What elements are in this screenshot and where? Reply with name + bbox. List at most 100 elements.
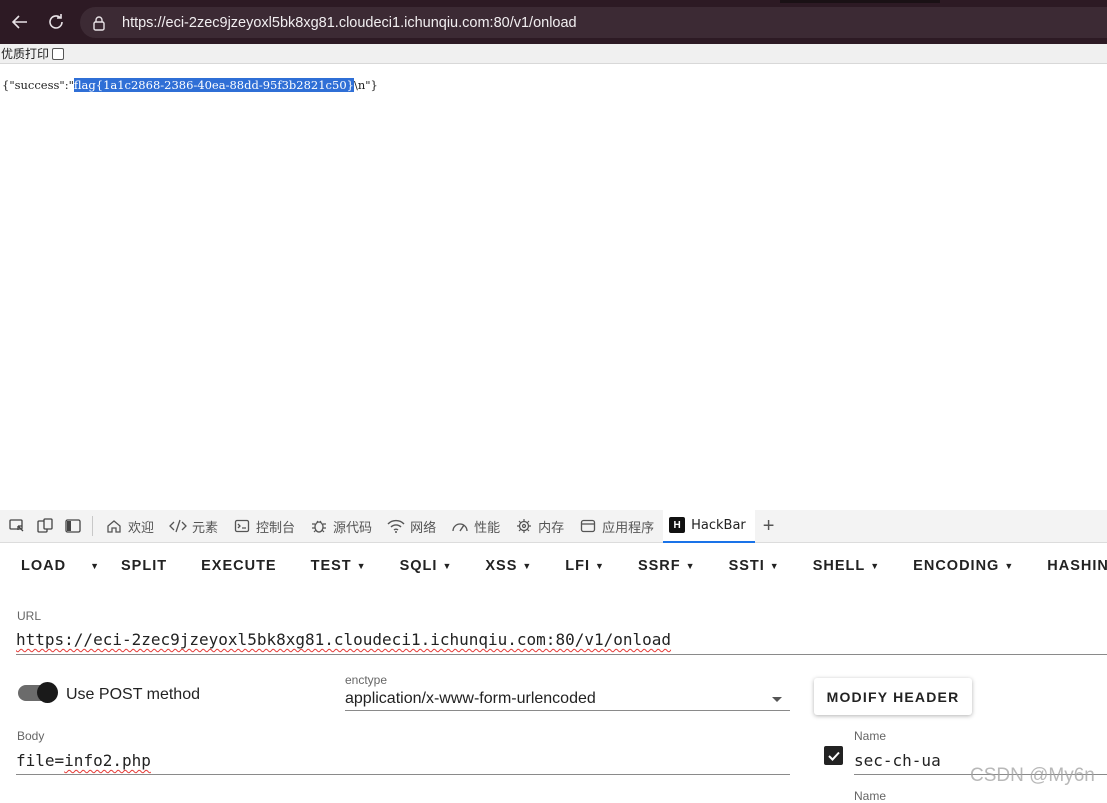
gauge-icon xyxy=(451,517,469,535)
tab-sources[interactable]: 源代码 xyxy=(304,510,381,543)
tab-label: 欢迎 xyxy=(128,520,155,536)
check-icon xyxy=(827,751,840,761)
chevron-down-icon: ▼ xyxy=(595,561,605,571)
sqli-menu[interactable]: SQLI ▼ xyxy=(400,558,453,574)
url-field-label: URL xyxy=(17,609,42,623)
url-input-underline xyxy=(16,654,1107,655)
reload-icon[interactable] xyxy=(44,10,68,34)
page-content: {"success":"flag{1a1c2868-2386-40ea-88dd… xyxy=(0,64,1107,510)
hashing-menu[interactable]: HASHING▼ xyxy=(1047,558,1107,574)
header-enabled-checkbox[interactable] xyxy=(824,746,843,765)
post-method-label: Use POST method xyxy=(66,686,200,703)
tab-label: 网络 xyxy=(410,520,437,536)
hackbar-panel: LOAD ▼ SPLIT EXECUTE TEST ▼ SQLI ▼ XSS ▼ LF… xyxy=(0,543,1107,803)
header-name-label-2: Name xyxy=(854,789,887,803)
tab-label: 应用程序 xyxy=(602,520,655,536)
modify-header-button[interactable]: MODIFY HEADER xyxy=(814,678,972,715)
toolbar-divider xyxy=(92,516,93,536)
browser-toolbar: https://eci-2zec9jzeyoxl5bk8xg81.cloudec… xyxy=(0,0,1107,44)
lfi-menu[interactable]: LFI ▼ xyxy=(565,558,605,574)
tab-label: 内存 xyxy=(538,520,565,536)
body-value-tail: info2.php xyxy=(64,751,151,770)
shell-label: SHELL xyxy=(812,558,866,574)
tab-network[interactable]: 网络 xyxy=(381,510,445,543)
hackbar-menu: LOAD ▼ SPLIT EXECUTE TEST ▼ SQLI ▼ XSS ▼ LF… xyxy=(0,543,1107,589)
window-edge xyxy=(780,0,940,3)
chevron-down-icon: ▼ xyxy=(769,561,780,571)
tab-label: HackBar xyxy=(691,517,746,533)
ssti-menu[interactable]: SSTI ▼ xyxy=(729,558,780,574)
chevron-down-icon: ▼ xyxy=(1004,561,1015,571)
tab-welcome[interactable]: 欢迎 xyxy=(99,510,163,543)
tab-console[interactable]: 控制台 xyxy=(227,510,304,543)
chevron-down-icon[interactable] xyxy=(772,697,782,702)
chip-icon xyxy=(515,517,533,535)
chevron-down-icon: ▼ xyxy=(870,561,881,571)
bug-icon xyxy=(310,517,328,535)
body-input-underline xyxy=(16,774,790,775)
load-button[interactable]: LOAD xyxy=(21,558,66,574)
execute-button[interactable]: EXECUTE xyxy=(201,558,277,574)
enctype-underline xyxy=(345,710,790,711)
test-menu[interactable]: TEST ▼ xyxy=(311,558,367,574)
devtools-tabbar: 欢迎 元素 控制台 源代码 网络 性能 内存 应用程序 H HackBar + xyxy=(0,509,1107,543)
ssti-label: SSTI xyxy=(728,558,765,574)
print-label: 优质打印 xyxy=(1,47,50,61)
encoding-menu[interactable]: ENCODING ▼ xyxy=(913,558,1014,574)
inspect-icon[interactable] xyxy=(6,515,28,537)
tab-performance[interactable]: 性能 xyxy=(445,510,509,543)
ssrf-menu[interactable]: SSRF ▼ xyxy=(638,558,696,574)
wifi-icon xyxy=(387,517,405,535)
back-icon[interactable] xyxy=(8,10,32,34)
header-name-input[interactable]: sec-ch-ua xyxy=(854,751,941,770)
print-checkbox[interactable] xyxy=(52,47,65,60)
toggle-knob xyxy=(37,682,58,703)
tab-elements[interactable]: 元素 xyxy=(163,510,227,543)
print-bar: 优质打印 xyxy=(0,44,1107,64)
window-icon xyxy=(579,517,597,535)
json-response: {"success":"flag{1a1c2868-2386-40ea-88dd… xyxy=(2,78,378,92)
dock-side-icon[interactable] xyxy=(62,515,84,537)
post-method-toggle[interactable] xyxy=(18,682,58,703)
hackbar-logo-icon: H xyxy=(669,517,686,533)
xss-menu[interactable]: XSS ▼ xyxy=(485,558,532,574)
chevron-down-icon: ▼ xyxy=(356,561,367,571)
body-field-label: Body xyxy=(17,729,45,743)
encoding-label: ENCODING xyxy=(913,558,1000,574)
enctype-select[interactable]: application/x-www-form-urlencoded xyxy=(345,690,596,708)
hashing-label: HASHING xyxy=(1047,558,1107,574)
test-label: TEST xyxy=(310,558,352,574)
code-icon xyxy=(169,517,187,535)
tab-label: 源代码 xyxy=(333,520,373,536)
xss-label: XSS xyxy=(485,558,518,574)
tab-label: 元素 xyxy=(192,520,219,536)
ssrf-label: SSRF xyxy=(637,558,681,574)
lfi-label: LFI xyxy=(565,558,591,574)
enctype-label: enctype xyxy=(345,673,388,687)
header-name-label: Name xyxy=(854,729,887,743)
url-input[interactable]: https://eci-2zec9jzeyoxl5bk8xg81.cloudec… xyxy=(16,630,671,649)
json-suffix: \n"} xyxy=(353,78,378,92)
load-dropdown-icon[interactable]: ▼ xyxy=(85,561,100,571)
lock-icon xyxy=(92,15,108,31)
json-prefix: {"success":" xyxy=(2,78,74,92)
tab-label: 性能 xyxy=(474,520,501,536)
chevron-down-icon: ▼ xyxy=(522,561,533,571)
address-bar[interactable]: https://eci-2zec9jzeyoxl5bk8xg81.cloudec… xyxy=(80,7,1107,38)
chevron-down-icon: ▼ xyxy=(442,561,453,571)
body-input[interactable]: file=info2.php xyxy=(16,751,151,770)
console-icon xyxy=(233,517,251,535)
split-button[interactable]: SPLIT xyxy=(121,558,167,574)
tab-application[interactable]: 应用程序 xyxy=(573,510,663,543)
json-flag-selected: flag{1a1c2868-2386-40ea-88dd-95f3b2821c5… xyxy=(73,78,354,92)
home-icon xyxy=(105,517,123,535)
tab-memory[interactable]: 内存 xyxy=(509,510,573,543)
address-url[interactable]: https://eci-2zec9jzeyoxl5bk8xg81.cloudec… xyxy=(122,15,577,31)
add-tab-icon[interactable]: + xyxy=(763,515,775,538)
shell-menu[interactable]: SHELL ▼ xyxy=(813,558,880,574)
device-emulation-icon[interactable] xyxy=(34,515,56,537)
tab-hackbar[interactable]: H HackBar xyxy=(663,509,755,543)
tab-label: 控制台 xyxy=(256,520,296,536)
sqli-label: SQLI xyxy=(399,558,438,574)
chevron-down-icon: ▼ xyxy=(685,561,696,571)
